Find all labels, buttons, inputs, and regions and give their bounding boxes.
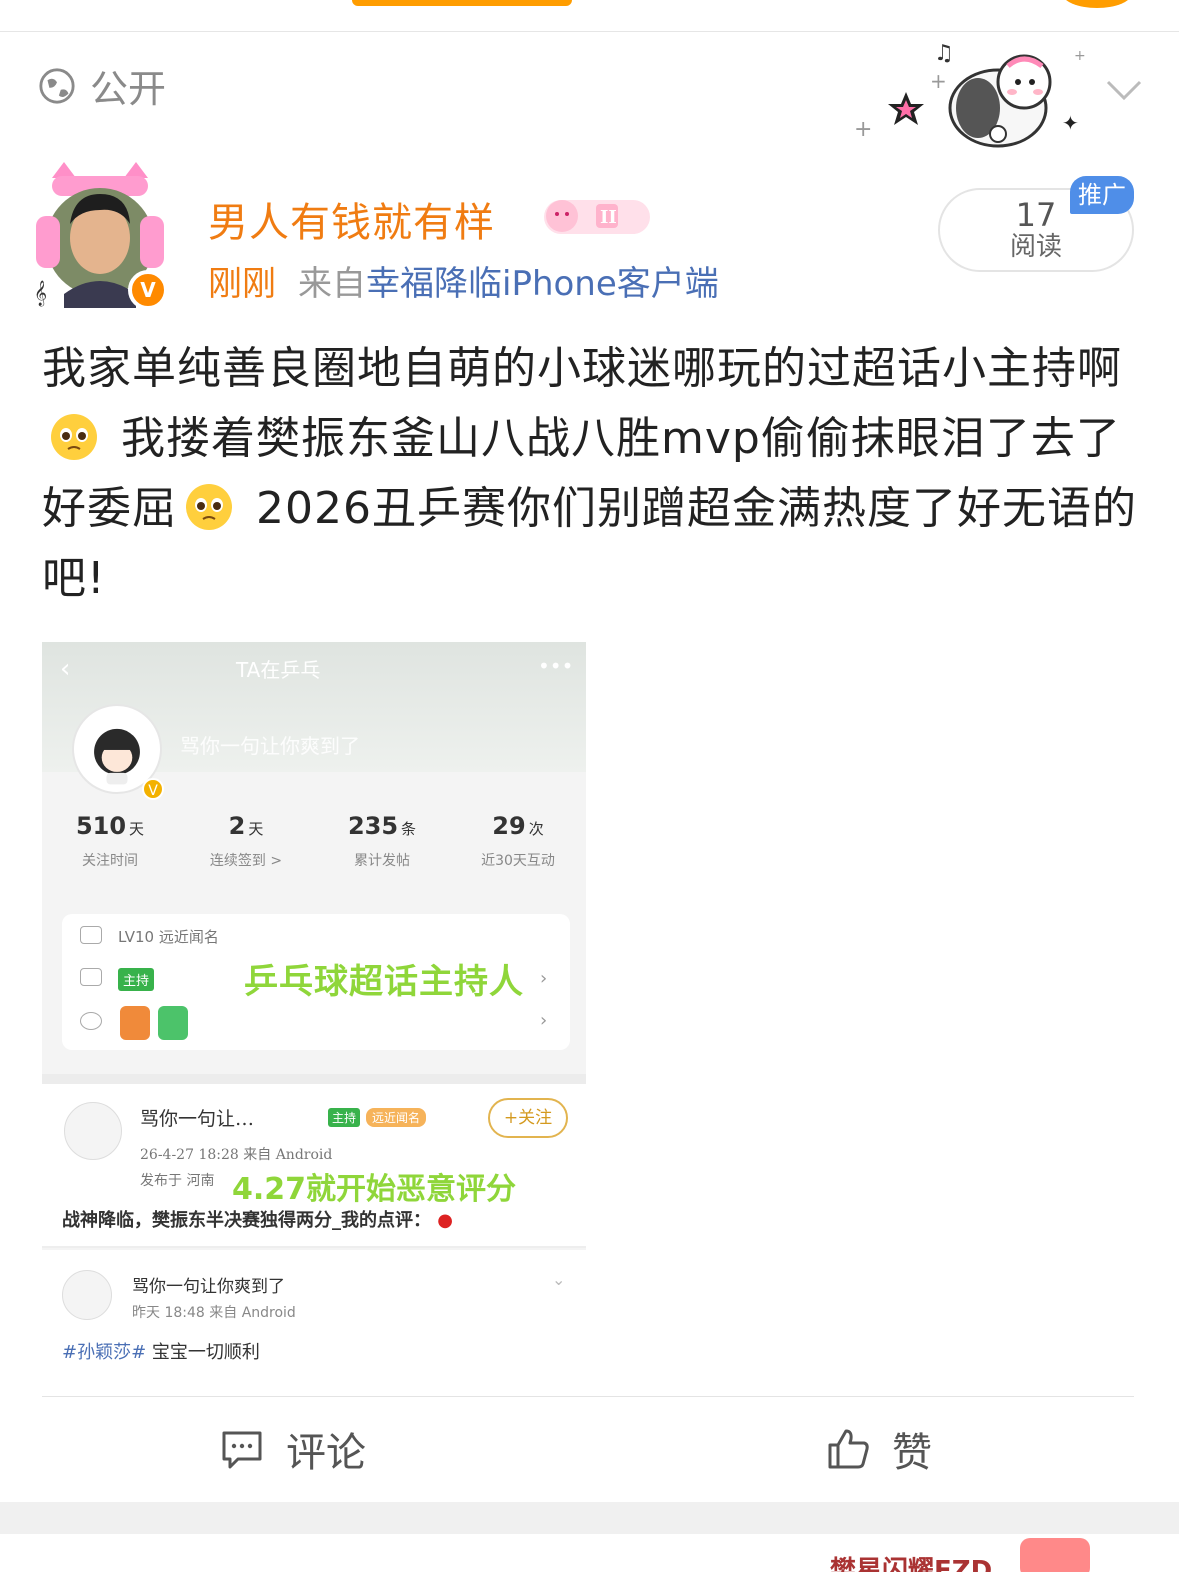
- host-title: 乒乓球超话主持人: [244, 962, 524, 1002]
- host-tag: 主持: [328, 1108, 361, 1127]
- visibility-label: 公开: [90, 67, 167, 111]
- stat-total-posts: 235 条累计发帖: [347, 812, 417, 869]
- stat-interactions: 29 次近30天互动: [481, 812, 555, 869]
- pleading-face-emoji-icon: [51, 414, 97, 460]
- cat-sticker-icon: ♫ + + ✦ +: [854, 41, 1086, 148]
- next-post-preview: 樊星闪耀FZD: [0, 1534, 1179, 1572]
- svg-text:♫: ♫: [934, 41, 954, 66]
- screenshot-title: TA在乒乓: [236, 658, 321, 682]
- section-separator: [42, 1074, 586, 1084]
- next-post-banner-text: 樊星闪耀FZD: [830, 1556, 993, 1572]
- apple-icon: ●: [431, 1210, 453, 1231]
- feed-separator: [0, 1502, 1179, 1534]
- comment-icon: [222, 1431, 262, 1469]
- level-label: LV10 远近闻名: [118, 928, 219, 946]
- verified-badge-icon: V: [128, 270, 168, 310]
- post-meta: 刚刚 来自幸福降临iPhone客户端: [208, 256, 719, 305]
- attached-screenshot[interactable]: ‹ TA在乒乓 ••• V 骂你一句让你爽到了 510 天关注时间 2 天连续签到 …: [42, 642, 586, 1368]
- source-prefix: 来自幸福降临iPhone客户端: [298, 264, 719, 304]
- svg-text:+: +: [1074, 48, 1086, 64]
- topic-tag: #孙颖莎#: [62, 1342, 147, 1363]
- next-post-banner-icon: [1020, 1538, 1090, 1572]
- post-avatar: [62, 1270, 112, 1320]
- post-author: 骂你一句让…: [140, 1108, 255, 1130]
- post-text-part1: 我家单纯善良圈地自萌的小球迷哪玩的过超话小主持啊: [42, 343, 1122, 394]
- svg-text:+: +: [854, 117, 872, 142]
- medal-icon: [80, 1012, 102, 1030]
- more-icon: •••: [538, 654, 574, 678]
- back-icon: ‹: [60, 654, 71, 684]
- author-name[interactable]: 男人有钱就有样: [208, 190, 495, 248]
- visibility-indicator: 公开: [38, 58, 166, 113]
- like-label: 赞: [892, 1430, 932, 1476]
- follow-button: +关注: [488, 1098, 568, 1138]
- orange-indicator: [352, 0, 572, 6]
- comment-label: 评论: [286, 1430, 366, 1476]
- chevron-down-icon[interactable]: [1104, 74, 1144, 104]
- green-medal-icon: [158, 1006, 188, 1040]
- action-divider: [42, 1396, 1134, 1397]
- post-time: 刚刚: [208, 264, 276, 304]
- comment-button[interactable]: 评论: [220, 1420, 366, 1478]
- chevron-right-icon: ›: [540, 968, 548, 989]
- id-card-icon: [80, 968, 102, 986]
- post-meta: 昨天 18:48 来自 Android: [132, 1305, 296, 1321]
- chevron-down-icon: ⌄: [552, 1270, 566, 1289]
- screenshot-post-2: 骂你一句让你爽到了 ⌄ 昨天 18:48 来自 Android #孙颖莎# 宝宝…: [42, 1250, 586, 1368]
- screenshot-post-1: 骂你一句让… 主持 远近闻名 +关注 26-4-27 18:28 来自 Andr…: [42, 1084, 586, 1248]
- promo-button[interactable]: 推广: [1070, 176, 1134, 214]
- svg-text:𝄞: 𝄞: [34, 280, 47, 306]
- svg-text:✦: ✦: [1062, 111, 1079, 135]
- stat-checkin-days: 2 天连续签到 >: [209, 812, 283, 869]
- svg-text:+: +: [930, 69, 947, 93]
- post-content: 我家单纯善良圈地自萌的小球迷哪玩的过超话小主持啊 我搂着樊振东釜山八战八胜mvp…: [42, 334, 1142, 614]
- level-tag: 远近闻名: [366, 1108, 427, 1127]
- like-button[interactable]: 赞: [826, 1420, 932, 1478]
- member-level-badge-icon: II: [544, 200, 650, 234]
- read-label: 阅读: [1009, 232, 1062, 262]
- fan-nickname: 骂你一句让你爽到了: [180, 734, 360, 758]
- pleading-face-emoji-icon: [186, 484, 232, 530]
- chevron-right-icon: ›: [540, 1010, 548, 1031]
- top-strip: [0, 0, 1179, 32]
- globe-icon: [39, 67, 75, 104]
- orange-avatar-edge: [1062, 0, 1132, 8]
- verified-badge-icon: V: [142, 778, 164, 800]
- source-link[interactable]: 幸福降临iPhone客户端: [366, 264, 719, 304]
- host-tag: 主持: [118, 968, 155, 991]
- svg-text:II: II: [600, 207, 617, 228]
- post-text: #孙颖莎# 宝宝一切顺利: [62, 1342, 260, 1363]
- post-text: 战神降临，樊振东半决赛独得两分_我的点评： ●: [62, 1210, 453, 1231]
- fan-level-card: LV10 远近闻名 主持 乒乓球超话主持人 › ›: [62, 914, 570, 1050]
- post-author: 骂你一句让你爽到了: [132, 1277, 285, 1297]
- thumbs-up-icon: [828, 1429, 869, 1469]
- level-icon: [80, 926, 102, 944]
- overlay-headline: 4.27就开始恶意评分: [232, 1172, 517, 1207]
- post-avatar: [64, 1102, 122, 1160]
- fan-stats: 510 天关注时间 2 天连续签到 > 235 条累计发帖 29 次近30天互动: [42, 812, 586, 892]
- stat-follow-days: 510 天关注时间: [75, 812, 145, 869]
- orange-medal-icon: [120, 1006, 150, 1040]
- post-meta: 26-4-27 18:28 来自 Android: [140, 1147, 333, 1163]
- post-location: 发布于 河南: [140, 1173, 215, 1189]
